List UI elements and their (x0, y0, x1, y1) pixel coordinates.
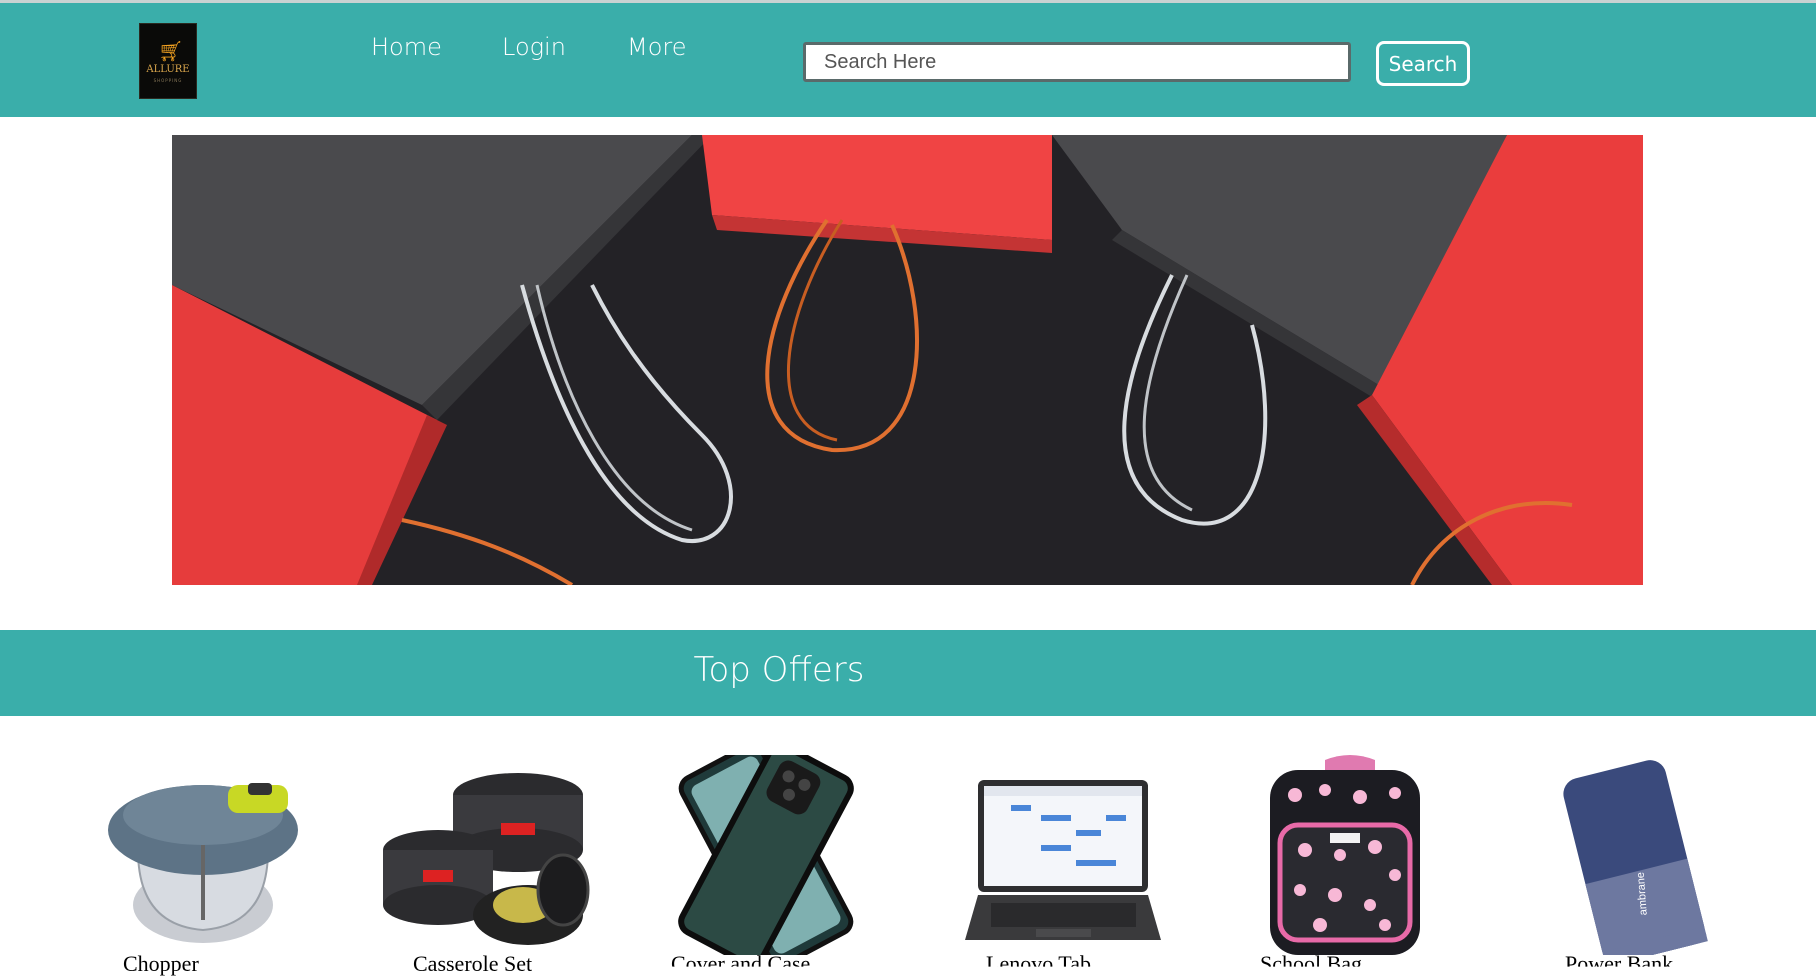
search-button[interactable]: Search (1376, 41, 1470, 86)
product-card[interactable]: ambrane Power Bank (1540, 755, 1750, 973)
search-input[interactable] (803, 42, 1351, 82)
chopper-image (108, 783, 298, 943)
product-name: School Bag (1260, 951, 1363, 976)
product-card[interactable]: Cover and Case (661, 755, 871, 973)
product-card[interactable]: School Bag (1245, 755, 1455, 973)
power-bank-image: ambrane (1563, 760, 1708, 955)
product-name: Chopper (123, 951, 199, 976)
hero-banner (172, 135, 1643, 585)
allure-logo[interactable]: 🛒︎ ALLURE SHOPPING (139, 23, 197, 99)
logo-text: ALLURE (146, 64, 190, 75)
product-name: Power Bank (1565, 951, 1674, 976)
product-card[interactable]: Casserole Set (383, 755, 593, 976)
backpack-image (1270, 755, 1420, 955)
nav-login-link[interactable]: Login (502, 33, 566, 61)
product-card[interactable]: Lenovo Tab (961, 755, 1171, 973)
product-name: Casserole Set (413, 951, 533, 976)
cart-icon: 🛒︎ (158, 39, 184, 63)
nav-home-link[interactable]: Home (371, 33, 442, 61)
tablet-image (965, 780, 1161, 940)
logo-subtext: SHOPPING (153, 78, 183, 83)
product-name: Lenovo Tab (986, 951, 1091, 976)
navbar: 🛒︎ ALLURE SHOPPING Home Login More Searc… (0, 3, 1816, 117)
casserole-image (383, 773, 590, 945)
top-offers-bar: Top Offers (0, 630, 1816, 716)
section-title: Top Offers (693, 650, 865, 690)
product-card[interactable]: Chopper (98, 755, 308, 976)
nav-more-link[interactable]: More (627, 33, 687, 61)
phone-case-image (678, 755, 854, 955)
product-name: Cover and Case (671, 951, 811, 976)
shopping-bags-image (172, 135, 1643, 585)
